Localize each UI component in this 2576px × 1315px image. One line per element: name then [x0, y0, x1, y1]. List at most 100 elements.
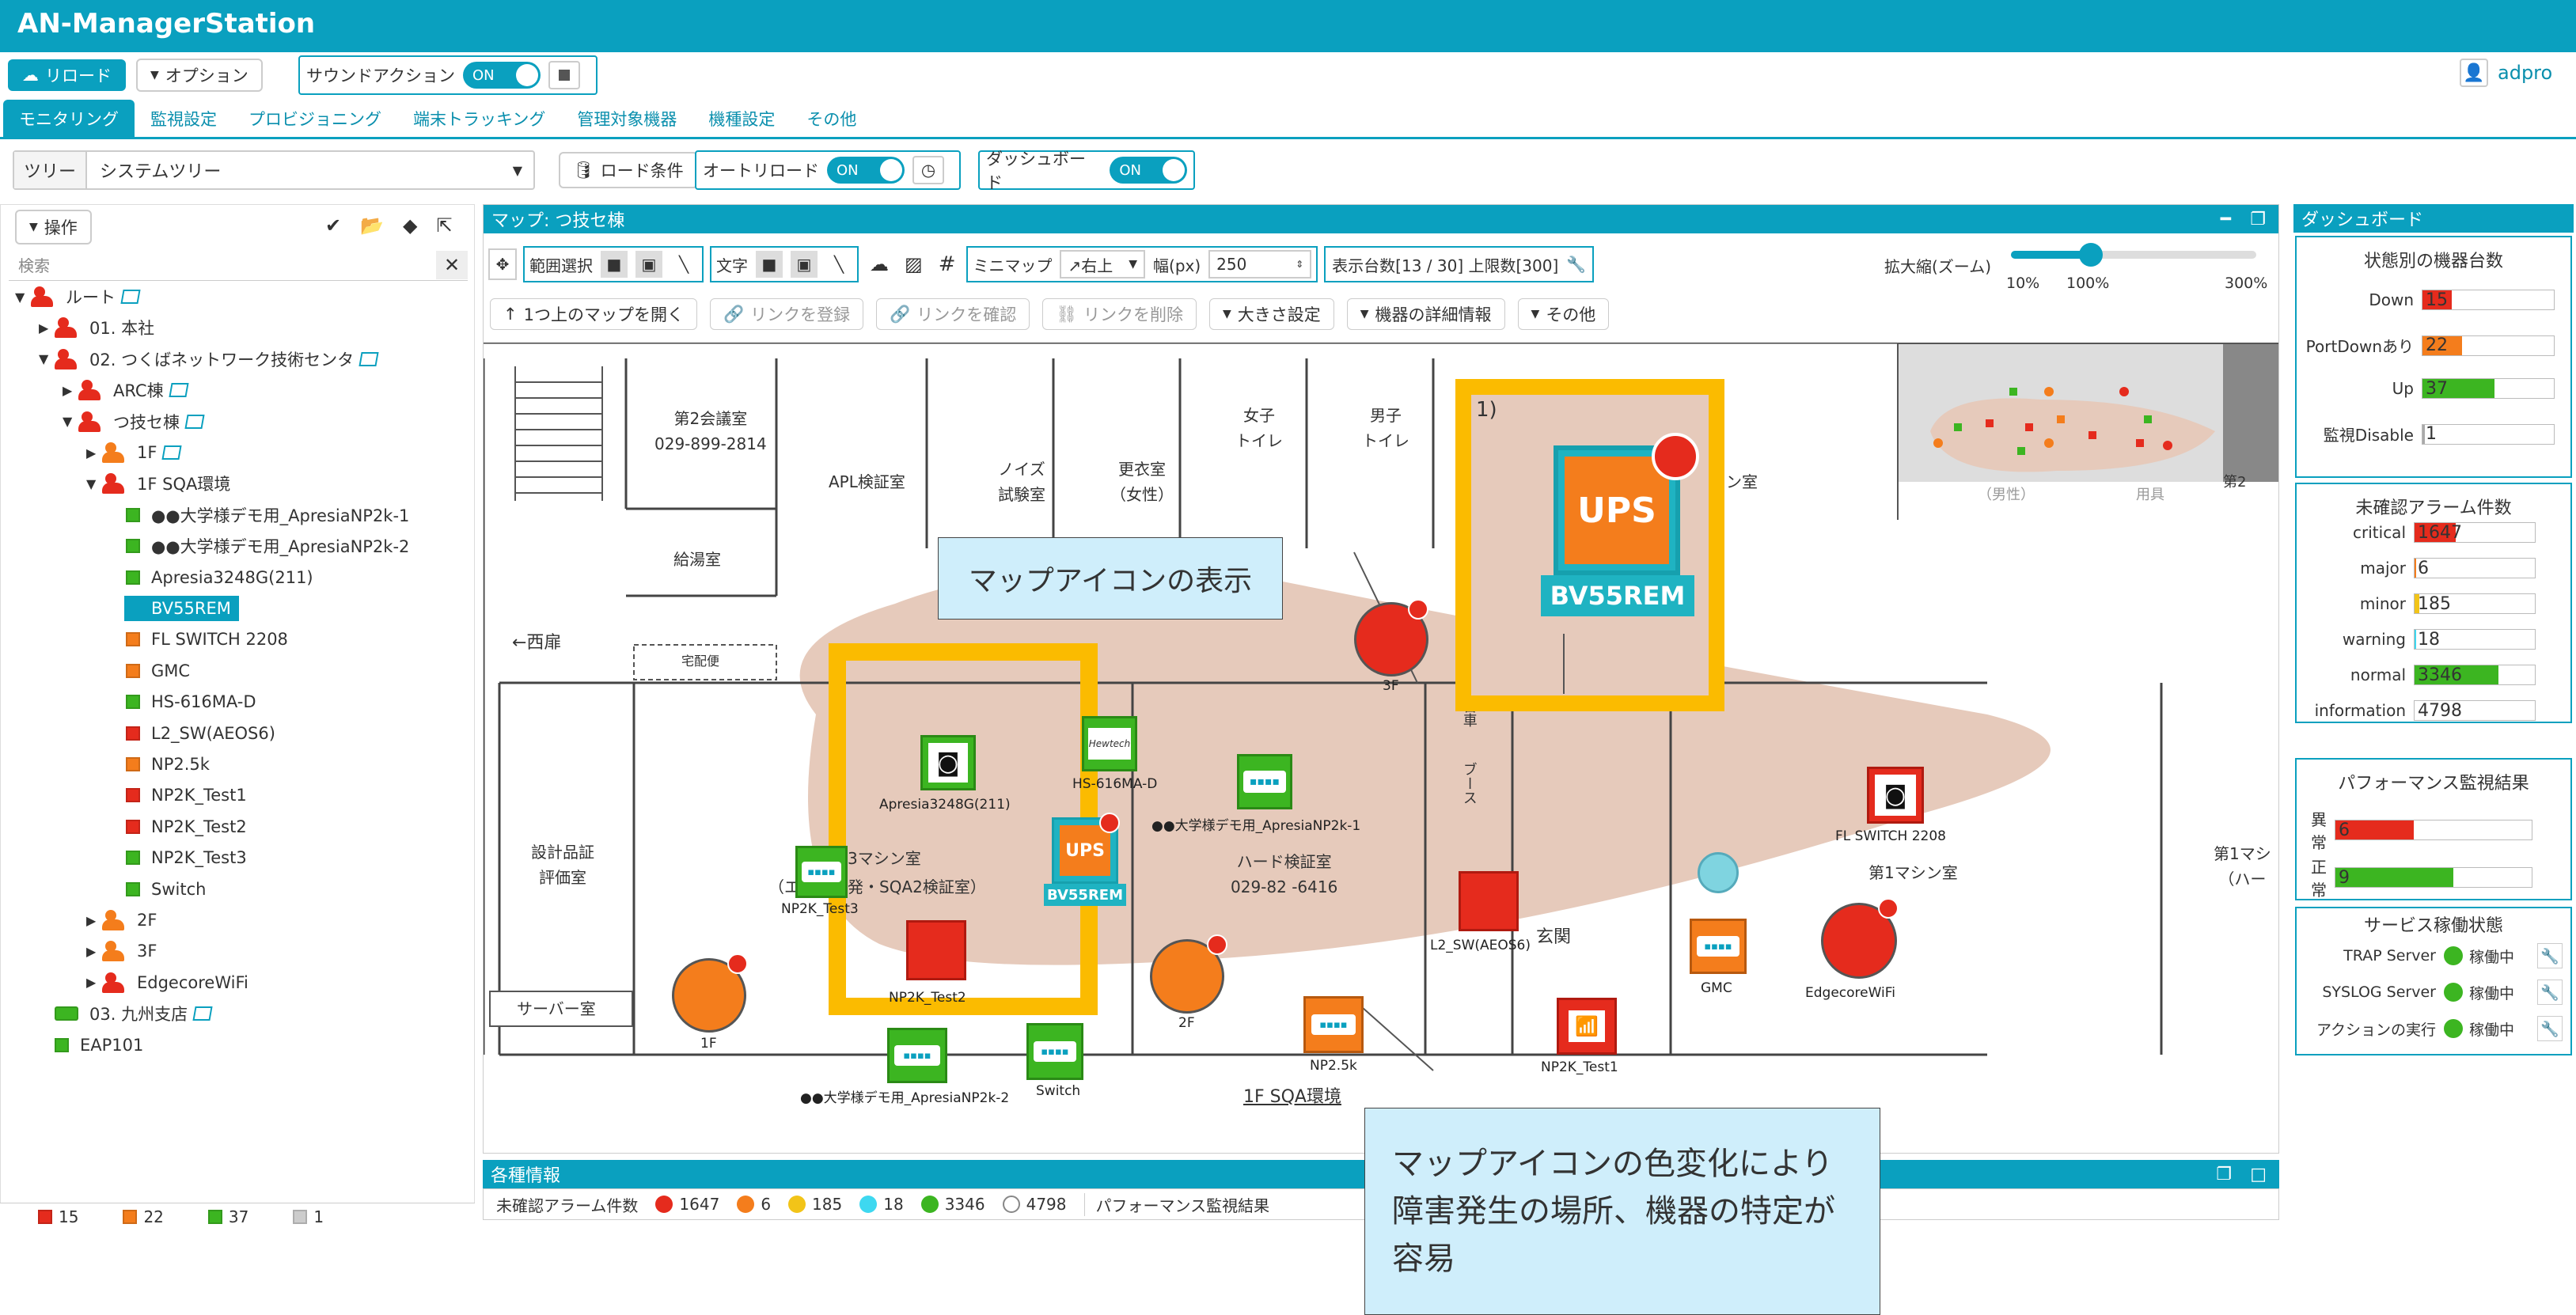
square-outline-icon[interactable]: ▣ — [635, 251, 662, 278]
line-icon[interactable]: ╲ — [825, 251, 852, 278]
zoom-slider[interactable] — [2011, 243, 2256, 267]
tree-item[interactable]: GMC — [110, 655, 190, 687]
tree-item[interactable]: NP2K_Test1 — [110, 779, 247, 811]
caret-down-icon[interactable]: ▼ — [15, 290, 31, 305]
device-details-button[interactable]: ▼ 機器の詳細情報 — [1346, 298, 1505, 330]
minimap[interactable]: （男性） 用具 第2 — [1897, 343, 2278, 520]
clock-icon[interactable]: ◷ — [912, 156, 944, 184]
link-delete-button[interactable]: ⛓ リンクを削除 — [1042, 298, 1197, 330]
caret-right-icon[interactable]: ▶ — [63, 383, 78, 398]
gmc-device-icon[interactable]: ▪▪▪▪ — [1690, 919, 1747, 974]
sound-action-toggle[interactable]: ON — [462, 62, 541, 89]
wrench-icon[interactable]: 🔧 — [2537, 980, 2563, 1005]
move-icon[interactable]: ✥ — [488, 248, 517, 280]
tree-item[interactable]: L2_SW(AEOS6) — [110, 718, 275, 749]
tree-item[interactable]: ▶ ARC棟 — [63, 374, 189, 406]
tree-item[interactable]: 03. 九州支店 — [39, 998, 213, 1029]
maximize-icon[interactable]: □ — [2250, 1165, 2267, 1184]
wrench-icon[interactable]: 🔧 — [2537, 943, 2563, 968]
link-register-button[interactable]: 🔗 リンクを登録 — [709, 298, 864, 330]
caret-right-icon[interactable]: ▶ — [86, 913, 102, 928]
tree-item[interactable]: Apresia3248G(211) — [110, 562, 313, 593]
tree-item[interactable]: NP2.5k — [110, 748, 210, 780]
restore-window-icon[interactable]: ❐ — [2250, 210, 2266, 229]
wrench-icon[interactable]: 🔧 — [2537, 1016, 2563, 1041]
tab-monitor-settings[interactable]: 監視設定 — [135, 100, 233, 137]
tree-item[interactable]: ▶ 01. 本社 — [39, 312, 154, 343]
tree-item[interactable]: ▼ 1F SQA環境 — [86, 468, 230, 499]
tab-provisioning[interactable]: プロビジョニング — [233, 100, 397, 137]
caret-right-icon[interactable]: ▶ — [39, 320, 55, 335]
other-button[interactable]: ▼ その他 — [1517, 298, 1610, 330]
caret-right-icon[interactable]: ▶ — [86, 445, 102, 460]
square-fill-icon[interactable]: ■ — [756, 251, 783, 278]
zoom-slider-handle[interactable] — [2079, 243, 2103, 267]
tree-item[interactable]: ●●大学様デモ用_ApresiaNP2k-2 — [110, 530, 409, 562]
tree-item[interactable]: EAP101 — [39, 1029, 143, 1061]
tab-managed-devices[interactable]: 管理対象機器 — [561, 100, 692, 137]
map-icon[interactable] — [359, 351, 379, 366]
tab-model-settings[interactable]: 機種設定 — [692, 100, 791, 137]
square-outline-icon[interactable]: ▣ — [791, 251, 818, 278]
apresia-device-icon[interactable]: ◙ — [920, 735, 976, 790]
user-area[interactable]: 👤 adpro — [2460, 59, 2552, 87]
clear-search-icon[interactable]: ✕ — [436, 250, 468, 279]
size-settings-button[interactable]: ▼ 大きさ設定 — [1208, 298, 1334, 330]
np2k2-device-icon[interactable]: ▪▪▪▪ — [887, 1028, 947, 1083]
tree-item[interactable]: ▼ 02. つくばネットワーク技術センタ — [39, 343, 379, 375]
np2ktest2-device-icon[interactable] — [906, 920, 966, 980]
tree-search-field[interactable]: 検索 ✕ — [9, 249, 468, 281]
dashboard-toggle[interactable]: ON — [1110, 157, 1187, 184]
gmc-map-icon[interactable] — [1698, 852, 1739, 893]
tab-other[interactable]: その他 — [791, 100, 872, 137]
tree-item[interactable]: ▼ つ技セ棟 — [63, 406, 205, 438]
tree-item[interactable]: ▶ 3F — [86, 935, 157, 967]
tree-item[interactable]: ▶ 1F — [86, 437, 183, 468]
tab-terminal-tracking[interactable]: 端末トラッキング — [397, 100, 561, 137]
caret-right-icon[interactable]: ▶ — [86, 944, 102, 959]
np2k1-device-icon[interactable]: ▪▪▪▪ — [1237, 754, 1292, 809]
map-icon[interactable] — [168, 383, 189, 398]
minimap-position-select[interactable]: ↗右上 ▼ — [1060, 250, 1146, 279]
cloud-shape-icon[interactable]: ☁ — [865, 253, 893, 275]
caret-down-icon[interactable]: ▼ — [63, 414, 78, 429]
wrench-icon[interactable]: 🔧 — [1566, 255, 1586, 274]
tree-item[interactable]: NP2K_Test2 — [110, 811, 247, 843]
map-icon[interactable] — [192, 1006, 213, 1021]
tree-item[interactable]: BV55REM — [110, 593, 239, 624]
tree-item[interactable]: NP2K_Test3 — [110, 842, 247, 874]
l2sw-device-icon[interactable] — [1459, 871, 1519, 931]
tree-item[interactable]: ●●大学様デモ用_ApresiaNP2k-1 — [110, 499, 409, 531]
caret-down-icon[interactable]: ▼ — [39, 351, 55, 366]
tree-item[interactable]: Switch — [110, 874, 206, 905]
caret-right-icon[interactable]: ▶ — [86, 975, 102, 990]
open-parent-map-button[interactable]: ↑ 1つ上のマップを開く — [490, 298, 697, 330]
map-icon[interactable] — [184, 414, 205, 429]
np2ktest3-device-icon[interactable]: ▪▪▪▪ — [795, 846, 848, 898]
flswitch-device-icon[interactable]: ◙ — [1867, 767, 1924, 824]
switch-device-icon[interactable]: ▪▪▪▪ — [1026, 1023, 1083, 1080]
link-check-button[interactable]: 🔗 リンクを確認 — [876, 298, 1030, 330]
eraser-icon[interactable]: ◆ — [403, 214, 417, 237]
map-icon[interactable] — [120, 290, 141, 304]
reload-button[interactable]: ☁ リロード — [8, 59, 126, 91]
spinner-icon[interactable]: ⇕ — [1296, 259, 1303, 270]
tree-item[interactable]: ▶ EdgecoreWiFi — [86, 967, 248, 999]
auto-reload-toggle[interactable]: ON — [827, 157, 905, 184]
options-button[interactable]: ▼ オプション — [136, 59, 263, 92]
width-input[interactable]: 250 ⇕ — [1208, 250, 1312, 279]
line-icon[interactable]: ╲ — [670, 251, 697, 278]
square-fill-icon[interactable]: ■ — [601, 251, 628, 278]
tree-item[interactable]: HS-616MA-D — [110, 686, 256, 718]
folder-open-icon[interactable]: 📂 — [360, 214, 384, 237]
tree-item[interactable]: ▶ 2F — [86, 904, 157, 936]
minimize-icon[interactable]: ━ — [2221, 210, 2231, 229]
map-canvas[interactable]: 第2会議室 029-899-2814 APL検証室 ノイズ 試験室 更衣室 （女性） … — [484, 343, 2278, 1151]
tab-monitoring[interactable]: モニタリング — [3, 100, 135, 137]
tree-item[interactable]: ▼ ルート — [15, 281, 141, 313]
load-condition-button[interactable]: 🛢 ロード条件 — [559, 152, 698, 188]
operations-button[interactable]: ▼ 操作 — [15, 210, 92, 244]
grid-icon[interactable]: # — [934, 252, 961, 276]
map-icon[interactable] — [161, 445, 183, 460]
tree-select[interactable]: ツリー システムツリー ▼ — [13, 150, 535, 190]
